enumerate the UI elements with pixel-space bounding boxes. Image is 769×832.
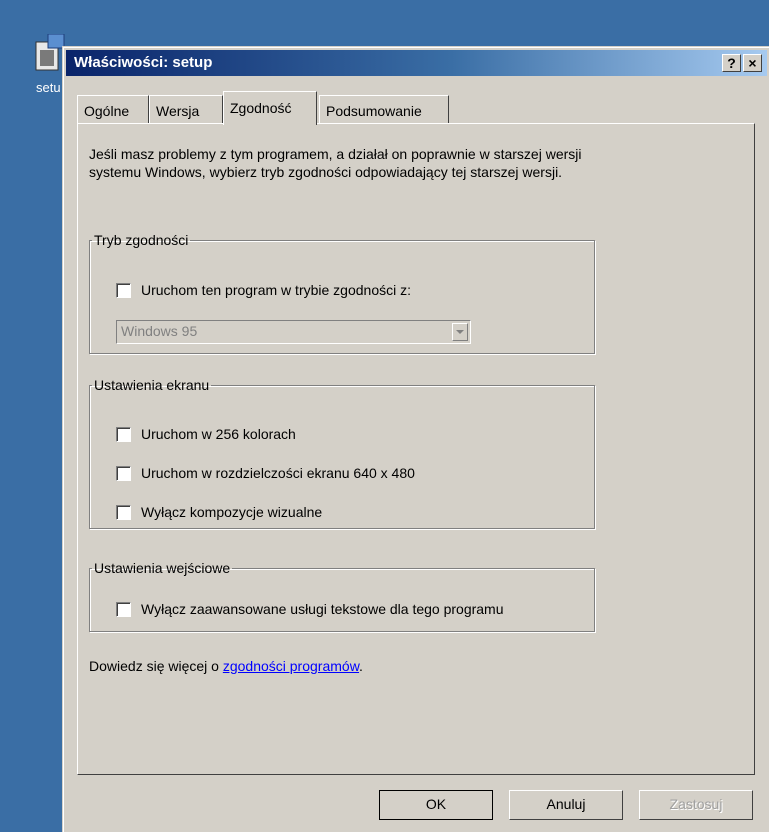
tab-compatibility[interactable]: Zgodność [223,91,317,125]
desktop-icon-label: setu [36,80,61,95]
window-title: Właściwości: setup [74,54,213,71]
checkbox[interactable] [116,504,131,520]
close-button[interactable]: × [743,54,762,72]
display-option-256-colors[interactable]: Uruchom w 256 kolorach [116,426,296,442]
tab-version[interactable]: Wersja [149,95,223,123]
learn-more-suffix: . [359,658,363,674]
learn-more-prefix: Dowiedz się więcej o [89,658,223,674]
display-option-visual-themes[interactable]: Wyłącz kompozycje wizualne [116,504,322,520]
windows-version-select: Windows 95 [116,320,471,344]
ok-button[interactable]: OK [379,790,493,820]
tab-general[interactable]: Ogólne [77,95,149,123]
input-settings-legend: Ustawienia wejściowe [94,560,231,576]
compatibility-link[interactable]: zgodności programów [223,658,359,674]
option-label: Uruchom w rozdzielczości ekranu 640 x 48… [141,465,415,481]
cancel-button[interactable]: Anuluj [509,790,623,820]
display-settings-group: Ustawienia ekranu Uruchom w 256 kolorach… [89,377,595,529]
option-label: Uruchom w 256 kolorach [141,426,296,442]
properties-dialog: Właściwości: setup ? × Ogólne Wersja Zgo… [62,46,769,832]
checkbox[interactable] [116,465,131,481]
tab-summary[interactable]: Podsumowanie [319,95,449,123]
chevron-down-icon [456,330,464,334]
display-settings-legend: Ustawienia ekranu [94,377,210,393]
input-option-text-services[interactable]: Wyłącz zaawansowane usługi tekstowe dla … [116,601,504,617]
input-settings-group: Ustawienia wejściowe Wyłącz zaawansowane… [89,560,595,632]
compat-mode-legend: Tryb zgodności [94,232,189,248]
select-value: Windows 95 [121,323,198,339]
option-label: Wyłącz zaawansowane usługi tekstowe dla … [141,601,504,617]
dropdown-arrow [452,323,468,341]
option-label: Wyłącz kompozycje wizualne [141,504,323,520]
help-button[interactable]: ? [722,54,741,72]
intro-text: Jeśli masz problemy z tym programem, a d… [89,146,582,180]
title-bar[interactable]: Właściwości: setup ? × [66,50,767,76]
compat-mode-label: Uruchom ten program w trybie zgodności z… [141,282,411,298]
apply-button[interactable]: Zastosuj [639,790,753,820]
compat-mode-option[interactable]: Uruchom ten program w trybie zgodności z… [116,282,411,298]
close-icon: × [748,55,757,71]
learn-more-line: Dowiedz się więcej o zgodności programów… [89,658,363,674]
compat-mode-checkbox[interactable] [116,282,131,298]
checkbox[interactable] [116,601,131,617]
display-option-640x480[interactable]: Uruchom w rozdzielczości ekranu 640 x 48… [116,465,415,481]
compat-mode-group: Tryb zgodności Uruchom ten program w try… [89,232,595,354]
checkbox[interactable] [116,426,131,442]
